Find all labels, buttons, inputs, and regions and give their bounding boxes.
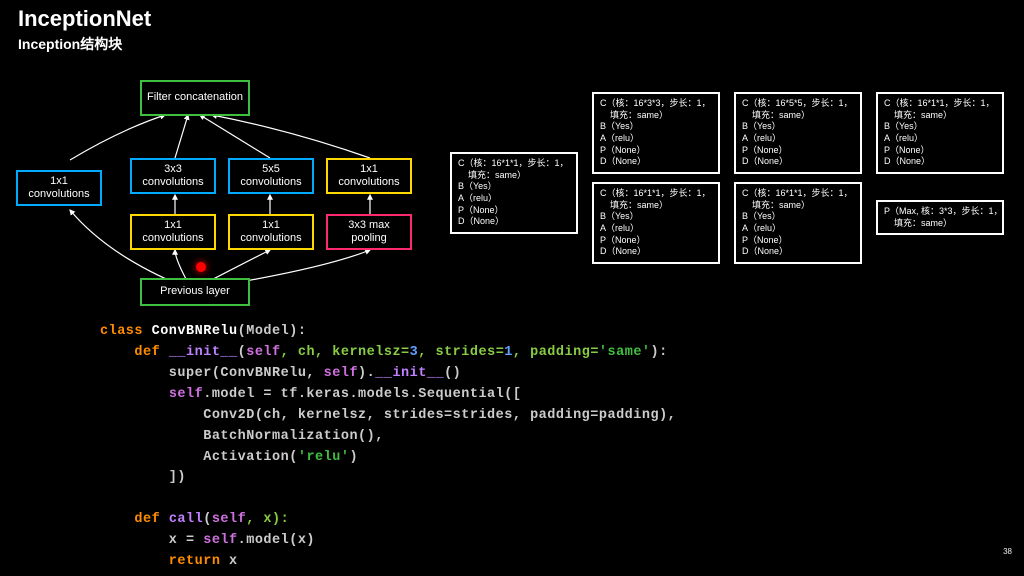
- box-prev-layer: Previous layer: [140, 278, 250, 306]
- code-kw: class: [100, 324, 152, 339]
- code-self: self: [324, 366, 358, 381]
- code-self: self: [169, 387, 203, 402]
- info-top-0: C（核：16*3*3，步长：1， 填充：same） B（Yes） A（relu）…: [592, 92, 720, 174]
- code-kw: def: [100, 345, 169, 360]
- code-t: , padding=: [513, 345, 599, 360]
- box-conv1x1-b: 1x1 convolutions: [228, 214, 314, 250]
- code-t: ):: [651, 345, 668, 360]
- laser-pointer-icon: [196, 262, 206, 272]
- code-fn: call: [169, 512, 203, 527]
- code-classname: ConvBNRelu: [152, 324, 238, 339]
- code-str: 'relu': [298, 450, 350, 465]
- code-t: (): [444, 366, 461, 381]
- code-block: class ConvBNRelu(Model): def __init__(se…: [100, 322, 676, 573]
- code-self: self: [246, 345, 280, 360]
- info-top-2: C（核：16*1*1，步长：1， 填充：same） B（Yes） A（relu）…: [876, 92, 1004, 174]
- code-t: , ch, kernelsz=: [281, 345, 410, 360]
- code-t: [100, 387, 169, 402]
- code-t: BatchNormalization(),: [100, 429, 384, 444]
- code-t: , strides=: [418, 345, 504, 360]
- code-t: Activation(: [100, 450, 298, 465]
- code-fn: __init__: [375, 366, 444, 381]
- box-maxpool: 3x3 max pooling: [326, 214, 412, 250]
- page-number: 38: [1003, 547, 1012, 556]
- box-conv1x1-a: 1x1 convolutions: [130, 214, 216, 250]
- code-t: Conv2D(ch, kernelsz, strides=strides, pa…: [100, 408, 676, 423]
- box-conv3x3: 3x3 convolutions: [130, 158, 216, 194]
- code-fn: __init__: [169, 345, 238, 360]
- code-t: ): [349, 450, 358, 465]
- code-t: (: [238, 345, 247, 360]
- code-t: super(ConvBNRelu,: [100, 366, 324, 381]
- code-t: ).: [358, 366, 375, 381]
- code-t: x: [229, 554, 238, 569]
- box-filter-concat: Filter concatenation: [140, 80, 250, 116]
- box-conv1x1-top: 1x1 convolutions: [326, 158, 412, 194]
- info-bot-2: P（Max, 核：3*3，步长：1， 填充：same）: [876, 200, 1004, 235]
- box-conv5x5: 5x5 convolutions: [228, 158, 314, 194]
- code-self: self: [212, 512, 246, 527]
- code-t: (Model):: [238, 324, 307, 339]
- info-bot-1: C（核：16*1*1，步长：1， 填充：same） B（Yes） A（relu）…: [734, 182, 862, 264]
- page-title: InceptionNet: [18, 6, 151, 32]
- code-self: self: [203, 533, 237, 548]
- code-t: .model = tf.keras.models.Sequential([: [203, 387, 521, 402]
- info-left: C（核：16*1*1，步长：1， 填充：same） B（Yes） A（relu）…: [450, 152, 578, 234]
- code-t: ]): [100, 470, 186, 485]
- code-t: .model(x): [238, 533, 315, 548]
- code-kw: return: [100, 554, 229, 569]
- code-str: 'same': [599, 345, 651, 360]
- code-t: x =: [100, 533, 203, 548]
- box-conv1x1-left: 1x1 convolutions: [16, 170, 102, 206]
- code-t: , x):: [246, 512, 289, 527]
- info-bot-0: C（核：16*1*1，步长：1， 填充：same） B（Yes） A（relu）…: [592, 182, 720, 264]
- code-kw: def: [100, 512, 169, 527]
- info-top-1: C（核：16*5*5，步长：1， 填充：same） B（Yes） A（relu）…: [734, 92, 862, 174]
- page-subtitle: Inception结构块: [18, 34, 122, 54]
- code-num: 1: [504, 345, 513, 360]
- code-t: (: [203, 512, 212, 527]
- code-num: 3: [410, 345, 419, 360]
